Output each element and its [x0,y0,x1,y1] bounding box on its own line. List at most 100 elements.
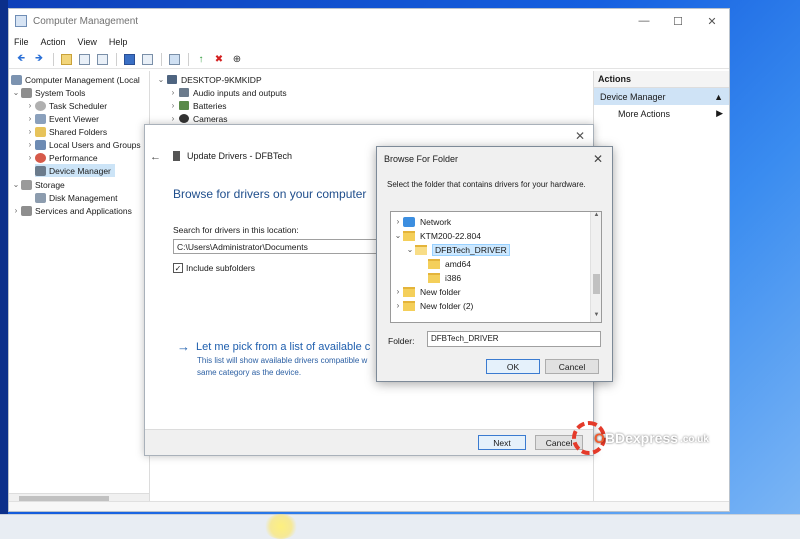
next-button[interactable]: Next [478,435,526,450]
tree-item-task-scheduler[interactable]: › Task Scheduler [25,99,107,112]
close-icon[interactable]: ✕ [593,152,603,166]
title-bar[interactable]: Computer Management — ☐ ✕ [9,9,729,33]
folder-item-dfbtech-driver[interactable]: ⌄ DFBTech_DRIVER [405,243,510,256]
view-icon[interactable] [139,52,155,67]
chevron-right-icon[interactable]: › [167,101,179,110]
scroll-down-icon[interactable]: ▼ [591,312,601,322]
tree-item-services[interactable]: › Services and Applications [11,204,132,217]
folder-item-i386[interactable]: i386 [428,271,461,284]
chevron-right-icon[interactable]: › [25,127,35,136]
status-bar [9,501,729,511]
minimize-button[interactable]: — [627,9,661,33]
device-category[interactable]: › Audio inputs and outputs [167,86,287,99]
chevron-down-icon[interactable]: ⌄ [11,88,21,97]
battery-icon [179,101,189,110]
menu-bar: File Action View Help [9,33,729,50]
disk-icon [35,192,46,203]
scroll-up-icon[interactable]: ▲ [591,212,601,222]
folder-icon [428,272,440,283]
folder-icon [428,258,440,269]
chevron-right-icon[interactable]: › [393,217,403,226]
tree-item-disk-management[interactable]: Disk Management [35,191,118,204]
include-subfolders-checkbox[interactable]: ✓ Include subfolders [173,263,255,273]
chevron-down-icon[interactable]: ⌄ [155,75,167,84]
toolbar-separator [53,52,54,66]
folder-item-ktm200[interactable]: ⌄ KTM200-22.804 [393,229,481,242]
tree-root[interactable]: Computer Management (Local [11,73,140,86]
folder-item-amd64[interactable]: amd64 [428,257,471,270]
pick-from-list-link[interactable]: → Let me pick from a list of available c [177,339,370,354]
watermark-domain: .co.uk [680,434,709,445]
menu-action[interactable]: Action [41,37,66,47]
folder-icon [403,300,415,311]
search-location-label: Search for drivers in this location: [173,225,299,235]
tree-item-device-manager[interactable]: Device Manager [35,164,115,177]
folder-icon [403,286,415,297]
performance-icon [35,152,46,163]
console-tree: Computer Management (Local ⌄ System Tool… [9,71,150,503]
actions-device-manager[interactable]: Device Manager ▲ [594,88,729,105]
actions-header: Actions [594,71,729,88]
tree-item-performance[interactable]: › Performance [25,151,98,164]
device-root[interactable]: ⌄ DESKTOP-9KMKIDP [155,73,262,86]
menu-help[interactable]: Help [109,37,128,47]
folder-tree-scrollbar[interactable]: ▲ ▼ [590,212,601,322]
desktop-edge [0,0,8,539]
checkbox-checked-icon[interactable]: ✓ [173,263,183,273]
up-folder-icon[interactable] [58,52,74,67]
help-icon[interactable] [121,52,137,67]
close-button[interactable]: ✕ [695,9,729,33]
tree-item-storage[interactable]: ⌄ Storage [11,178,65,191]
device-category[interactable]: › Batteries [167,99,227,112]
chevron-right-icon[interactable]: › [25,140,35,149]
obdexpress-watermark: OBDexpress .co.uk [572,421,709,455]
more-actions[interactable]: More Actions ▶ [594,105,729,122]
chevron-down-icon[interactable]: ⌄ [405,245,415,254]
cancel-button[interactable]: Cancel [545,359,599,374]
chevron-right-icon[interactable]: › [25,114,35,123]
update-driver-icon[interactable]: ⊕ [229,52,245,67]
menu-view[interactable]: View [78,37,97,47]
chevron-right-icon[interactable]: › [25,153,35,162]
chevron-right-icon[interactable]: › [167,88,179,97]
folder-item-new-folder-2[interactable]: › New folder (2) [393,299,473,312]
properties-icon[interactable] [94,52,110,67]
ok-button[interactable]: OK [486,359,540,374]
folder-name-input[interactable]: DFBTech_DRIVER [427,331,601,347]
toolbar-separator [116,52,117,66]
tree-item-event-viewer[interactable]: › Event Viewer [25,112,99,125]
wizard-footer: Next Cancel [145,429,593,455]
chevron-right-icon[interactable]: › [11,206,21,215]
menu-file[interactable]: File [14,37,29,47]
computer-icon [167,75,177,84]
close-icon[interactable]: ✕ [575,129,585,143]
toolbar-separator [161,52,162,66]
speaker-icon [179,88,189,97]
maximize-button[interactable]: ☐ [661,9,695,33]
chevron-down-icon[interactable]: ⌄ [11,180,21,189]
chevron-right-icon[interactable]: › [25,101,35,110]
driver-path-input[interactable]: C:\Users\Administrator\Documents [173,239,383,254]
console-tree-icon[interactable] [76,52,92,67]
watermark-brand: OBDexpress [594,430,679,446]
monitor-icon[interactable] [166,52,182,67]
forward-icon[interactable]: 🡺 [31,52,47,67]
taskbar [0,514,800,539]
scrollbar-thumb[interactable] [593,274,600,294]
tree-item-system-tools[interactable]: ⌄ System Tools [11,86,85,99]
tree-item-local-users[interactable]: › Local Users and Groups [25,138,141,151]
tree-item-shared-folders[interactable]: › Shared Folders [25,125,107,138]
back-icon[interactable]: 🡸 [13,52,29,67]
folder-item-new-folder[interactable]: › New folder [393,285,461,298]
collapse-up-icon[interactable]: ▲ [714,92,723,102]
arrow-right-icon: → [177,339,190,354]
chevron-right-icon[interactable]: › [393,287,403,296]
enable-device-icon[interactable]: ↑ [193,52,209,67]
chevron-down-icon[interactable]: ⌄ [393,231,403,240]
uninstall-icon[interactable]: ✖ [211,52,227,67]
back-arrow-icon[interactable]: ← [150,151,161,163]
page-heading: Browse for drivers on your computer [173,187,367,201]
chevron-right-icon[interactable]: › [167,114,179,123]
folder-item-network[interactable]: › Network [393,215,451,228]
chevron-right-icon[interactable]: › [393,301,403,310]
